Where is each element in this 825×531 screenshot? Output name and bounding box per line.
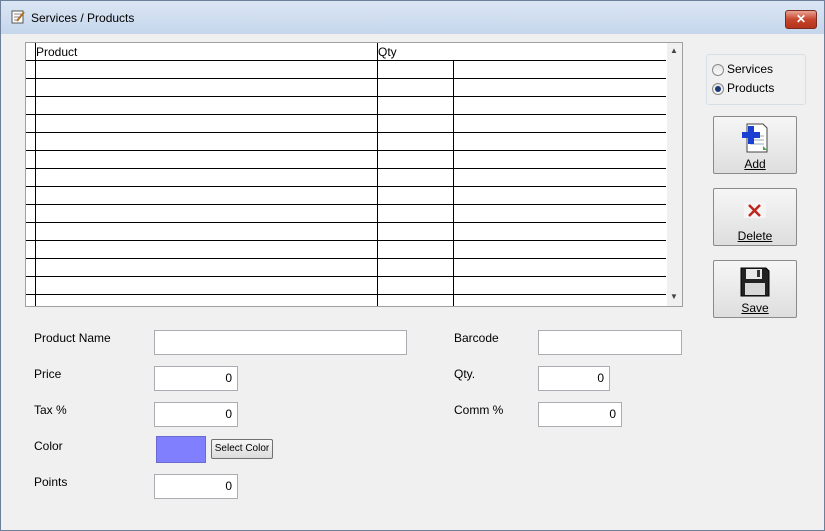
- points-input[interactable]: 0: [154, 474, 238, 499]
- radio-products[interactable]: Products: [712, 81, 802, 97]
- price-input[interactable]: 0: [154, 366, 238, 391]
- barcode-label: Barcode: [454, 331, 499, 345]
- grid-row-line: [26, 276, 666, 277]
- delete-button-label[interactable]: Delete: [714, 229, 796, 243]
- add-button[interactable]: Add: [713, 116, 797, 174]
- vertical-scrollbar[interactable]: ▲ ▼: [667, 43, 682, 306]
- add-document-icon: [742, 123, 768, 153]
- column-header-product[interactable]: Product: [36, 45, 77, 59]
- save-button[interactable]: Save: [713, 260, 797, 318]
- comm-input[interactable]: 0: [538, 402, 622, 427]
- product-name-label: Product Name: [34, 331, 111, 345]
- close-button[interactable]: ✕: [785, 10, 817, 29]
- grid-row-line: [26, 240, 666, 241]
- radio-products-label[interactable]: Products: [727, 81, 774, 95]
- grid-column-divider: [377, 43, 378, 306]
- tax-input[interactable]: 0: [154, 402, 238, 427]
- product-name-input[interactable]: [154, 330, 407, 355]
- grid-row-line: [26, 204, 666, 205]
- barcode-input[interactable]: [538, 330, 682, 355]
- comm-label: Comm %: [454, 403, 504, 417]
- scroll-up-arrow-icon[interactable]: ▲: [670, 46, 678, 55]
- add-button-label[interactable]: Add: [714, 157, 796, 171]
- grid-row-line: [26, 114, 666, 115]
- grid-row-line: [26, 222, 666, 223]
- delete-button[interactable]: Delete: [713, 188, 797, 246]
- grid-row-line: [26, 150, 666, 151]
- select-color-button[interactable]: Select Color: [211, 439, 273, 459]
- color-label: Color: [34, 439, 63, 453]
- scroll-down-arrow-icon[interactable]: ▼: [670, 292, 678, 301]
- window-title: Services / Products: [31, 11, 135, 25]
- grid-row-line: [26, 132, 666, 133]
- grid-row-line: [26, 186, 666, 187]
- save-button-label[interactable]: Save: [714, 301, 796, 315]
- grid-row-line: [26, 60, 666, 61]
- grid-row-line: [26, 294, 666, 295]
- grid-row-line: [26, 96, 666, 97]
- radio-services-indicator[interactable]: [712, 64, 724, 76]
- title-bar: Services / Products ✕: [1, 1, 824, 34]
- floppy-disk-icon: [740, 267, 770, 297]
- grid-row-line: [26, 78, 666, 79]
- points-label: Points: [34, 475, 68, 489]
- tax-label: Tax %: [34, 403, 67, 417]
- services-products-window: Services / Products ✕ Product Qty ▲ ▼ Se…: [0, 0, 825, 531]
- delete-x-icon: [744, 202, 766, 218]
- grid-column-divider: [35, 43, 36, 306]
- product-grid[interactable]: Product Qty ▲ ▼: [25, 42, 683, 307]
- price-label: Price: [34, 367, 62, 381]
- grid-row-line: [26, 168, 666, 169]
- notepad-icon: [11, 10, 25, 24]
- color-swatch[interactable]: [156, 436, 206, 463]
- radio-services[interactable]: Services: [712, 62, 802, 78]
- column-header-qty[interactable]: Qty: [378, 45, 397, 59]
- qty-label: Qty.: [454, 367, 476, 381]
- radio-products-indicator[interactable]: [712, 83, 724, 95]
- grid-row-line: [26, 258, 666, 259]
- mode-radio-group: Services Products: [706, 54, 806, 105]
- qty-input[interactable]: 0: [538, 366, 610, 391]
- radio-services-label[interactable]: Services: [727, 62, 773, 76]
